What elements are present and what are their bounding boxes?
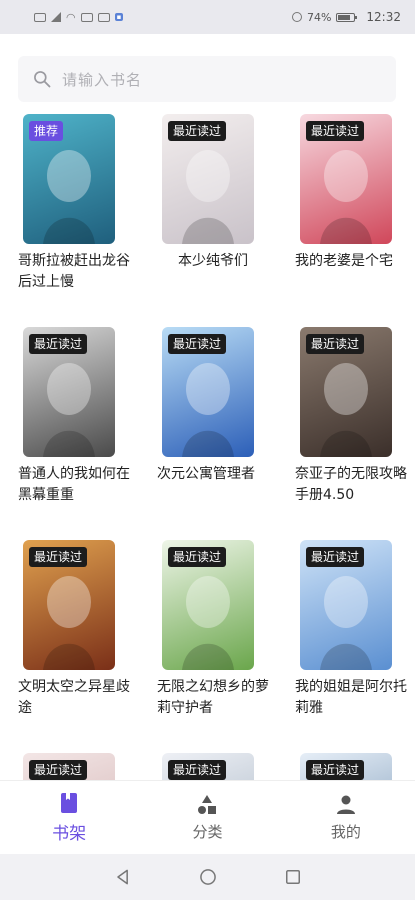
recently-read-badge: 最近读过: [306, 121, 365, 141]
book-title[interactable]: 哥斯拉被赶出龙谷后过上慢: [18, 251, 130, 293]
book-cover[interactable]: 最近读过: [162, 327, 254, 457]
clock: 12:32: [366, 10, 401, 24]
book-item[interactable]: 最近读过奈亚子的无限攻略手册4.50: [295, 327, 413, 506]
book-cover[interactable]: 最近读过: [162, 114, 254, 244]
battery-percent: 74%: [306, 10, 332, 24]
tab-mine-label: 我的: [330, 823, 361, 841]
notification-icon: [80, 12, 93, 22]
recently-read-badge: 最近读过: [168, 547, 227, 567]
book-item[interactable]: 最近读过本少纯爷们: [157, 114, 275, 293]
app-badge-icon: ▪: [114, 13, 124, 21]
recently-read-badge: 最近读过: [306, 547, 365, 567]
book-item[interactable]: 最近读过文明太空之异星歧途: [18, 540, 136, 719]
app-icon: [97, 12, 110, 22]
person-icon: [336, 795, 355, 814]
shapes-icon: [198, 795, 217, 814]
book-item[interactable]: 最近读过我的姐姐是阿尔托莉雅: [295, 540, 413, 719]
search-icon: [34, 71, 51, 88]
alarm-icon: [291, 12, 302, 22]
recently-read-badge: 最近读过: [29, 547, 88, 567]
wifi-icon: ◠: [66, 10, 76, 24]
book-cover[interactable]: 推荐: [23, 114, 115, 244]
search-placeholder: 请输入书名: [62, 70, 143, 89]
status-bar: ◠ ▪ 74% 12:32: [0, 0, 415, 34]
tab-category[interactable]: 分类: [138, 781, 276, 854]
book-item[interactable]: 推荐哥斯拉被赶出龙谷后过上慢: [18, 114, 136, 293]
recently-read-badge: 最近读过: [29, 760, 88, 780]
recently-read-badge: 最近读过: [306, 760, 365, 780]
book-title[interactable]: 奈亚子的无限攻略手册4.50: [295, 464, 407, 506]
book-cover[interactable]: 最近读过: [23, 753, 115, 780]
recents-icon[interactable]: [283, 867, 303, 887]
search-input[interactable]: 请输入书名: [18, 56, 396, 102]
tab-mine[interactable]: 我的: [277, 781, 415, 854]
book-title[interactable]: 本少纯爷们: [157, 251, 269, 293]
book-item[interactable]: 最近读过: [157, 753, 275, 780]
recently-read-badge: 最近读过: [168, 760, 227, 780]
book-cover[interactable]: 最近读过: [300, 114, 392, 244]
book-cover[interactable]: 最近读过: [300, 327, 392, 457]
book-grid: 推荐 哥斯拉被赶出龙谷后过上慢 最近读过 本少纯爷们 最近读过 我的老婆是个宅 最近读过 普通…: [0, 114, 415, 780]
tab-category-label: 分类: [192, 823, 223, 841]
status-icons-left: ◠ ▪: [34, 10, 124, 24]
sim-icon: [34, 12, 46, 22]
book-cover[interactable]: 最近读过: [162, 753, 254, 780]
recently-read-badge: 最近读过: [168, 121, 227, 141]
book-title[interactable]: 次元公寓管理者: [157, 464, 269, 506]
tab-bookshelf[interactable]: 书架: [0, 781, 138, 854]
book-item[interactable]: 最近读过我的老婆是个宅: [295, 114, 413, 293]
book-cover[interactable]: 最近读过: [23, 327, 115, 457]
book-item[interactable]: 最近读过: [295, 753, 413, 780]
system-nav-bar: [0, 854, 415, 900]
recently-read-badge: 最近读过: [29, 334, 88, 354]
book-cover[interactable]: 最近读过: [23, 540, 115, 670]
book-title[interactable]: 我的老婆是个宅: [295, 251, 407, 293]
book-item[interactable]: 最近读过次元公寓管理者: [157, 327, 275, 506]
book-cover[interactable]: 最近读过: [300, 753, 392, 780]
back-icon[interactable]: [113, 867, 133, 887]
home-icon[interactable]: [198, 867, 218, 887]
book-title[interactable]: 文明太空之异星歧途: [18, 677, 130, 719]
battery-icon: [336, 12, 358, 22]
bottom-nav: 书架 分类 我的: [0, 780, 415, 854]
book-title[interactable]: 普通人的我如何在黑幕重重: [18, 464, 130, 506]
recently-read-badge: 最近读过: [168, 334, 227, 354]
book-cover[interactable]: 最近读过: [162, 540, 254, 670]
book-cover[interactable]: 最近读过: [300, 540, 392, 670]
status-icons-right: 74% 12:32: [291, 10, 401, 24]
recently-read-badge: 最近读过: [306, 334, 365, 354]
book-title[interactable]: 无限之幻想乡的萝莉守护者: [157, 677, 269, 719]
book-icon: [61, 793, 78, 813]
book-item[interactable]: 最近读过: [18, 753, 136, 780]
recommended-badge: 推荐: [29, 121, 64, 141]
book-title[interactable]: 我的姐姐是阿尔托莉雅: [295, 677, 407, 719]
tab-bookshelf-label: 书架: [52, 824, 87, 844]
signal-icon: [51, 12, 61, 22]
book-item[interactable]: 最近读过无限之幻想乡的萝莉守护者: [157, 540, 275, 719]
book-item[interactable]: 最近读过普通人的我如何在黑幕重重: [18, 327, 136, 506]
